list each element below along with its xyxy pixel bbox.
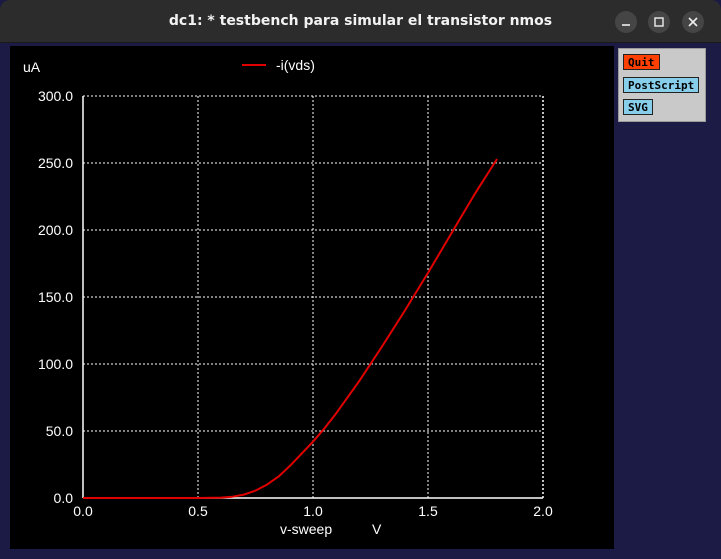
button-panel: Quit PostScript SVG: [618, 48, 706, 122]
y-tick-label: 300.0: [38, 88, 73, 104]
x-tick-label: 1.0: [303, 503, 323, 519]
chart: 0.0 0.5 1.0 1.5 2.0 0.0 50.0 100.0 150.0 200.0 250…: [23, 57, 553, 537]
y-tick-label: 150.0: [38, 289, 73, 305]
y-tick-label: 50.0: [46, 423, 73, 439]
svg-button[interactable]: SVG: [623, 99, 653, 115]
titlebar[interactable]: dc1: * testbench para simular el transis…: [0, 0, 721, 43]
plot-window: dc1: * testbench para simular el transis…: [0, 0, 721, 559]
quit-button[interactable]: Quit: [623, 54, 660, 70]
series-line: [83, 158, 498, 499]
x-tick-label: 0.0: [73, 503, 93, 519]
x-axis-label: v-sweep: [280, 521, 332, 537]
close-icon: [688, 17, 698, 27]
minimize-icon: [622, 24, 630, 26]
y-tick-label: 0.0: [54, 490, 74, 506]
x-tick-label: 2.0: [533, 503, 553, 519]
plot-area[interactable]: 0.0 0.5 1.0 1.5 2.0 0.0 50.0 100.0 150.0 200.0 250…: [10, 46, 614, 549]
legend-label: -i(vds): [276, 57, 315, 73]
close-button[interactable]: [682, 11, 704, 33]
window-title: dc1: * testbench para simular el transis…: [168, 13, 553, 29]
minimize-button[interactable]: [615, 11, 637, 33]
traces: [83, 158, 498, 499]
maximize-icon: [654, 17, 664, 27]
postscript-button[interactable]: PostScript: [623, 77, 700, 93]
y-tick-label: 200.0: [38, 222, 73, 238]
y-tick-label: 250.0: [38, 155, 73, 171]
grid: [82, 95, 544, 499]
x-tick-label: 1.5: [418, 503, 438, 519]
x-tick-label: 0.5: [188, 503, 208, 519]
maximize-button[interactable]: [648, 11, 670, 33]
tick-labels: 0.0 0.5 1.0 1.5 2.0 0.0 50.0 100.0 150.0 200.0 250…: [38, 88, 553, 519]
y-unit-label: uA: [23, 59, 41, 75]
x-unit-label: V: [372, 521, 382, 537]
y-tick-label: 100.0: [38, 356, 73, 372]
